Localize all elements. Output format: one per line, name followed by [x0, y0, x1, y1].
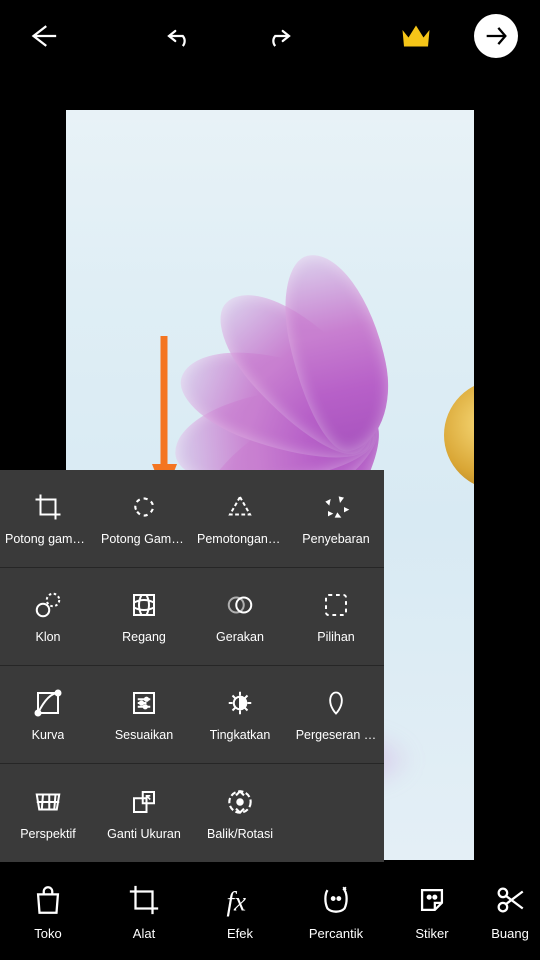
nav-effects[interactable]: fx Efek: [192, 882, 288, 941]
arrow-right-icon: [482, 22, 510, 50]
stretch-icon: [128, 589, 160, 621]
tool-crop[interactable]: Potong gamb…: [0, 470, 96, 567]
tool-shape-crop[interactable]: Pemotongan …: [192, 470, 288, 567]
tool-label: Ganti Ukuran: [107, 827, 181, 841]
crop-icon: [32, 491, 64, 523]
tool-label: Gerakan: [216, 630, 264, 644]
svg-text:fx: fx: [227, 886, 247, 916]
shape-crop-icon: [224, 491, 256, 523]
effects-icon: fx: [222, 882, 258, 918]
adjust-icon: [128, 687, 160, 719]
tool-adjust[interactable]: Sesuaikan: [96, 666, 192, 763]
tool-label: Perspektif: [20, 827, 76, 841]
tool-label: Pergeseran …: [296, 728, 377, 742]
enhance-icon: [224, 687, 256, 719]
nav-label: Stiker: [415, 926, 448, 941]
cutout-icon: [492, 882, 528, 918]
next-button[interactable]: [474, 14, 518, 58]
resize-icon: [128, 786, 160, 818]
nav-label: Alat: [133, 926, 155, 941]
nav-sticker[interactable]: Stiker: [384, 882, 480, 941]
tool-label: Pemotongan …: [197, 532, 283, 546]
tool-label: Regang: [122, 630, 166, 644]
undo-button[interactable]: [159, 16, 199, 56]
bottom-nav: Toko Alat fx Efek Percantik Stiker Buang: [0, 862, 540, 960]
nav-label: Efek: [227, 926, 253, 941]
tilt-shift-icon: [320, 687, 352, 719]
tool-resize[interactable]: Ganti Ukuran: [96, 764, 192, 862]
tools-icon: [126, 882, 162, 918]
tool-disperse[interactable]: Penyebaran: [288, 470, 384, 567]
premium-button[interactable]: [396, 16, 436, 56]
tool-label: Balik/Rotasi: [207, 827, 273, 841]
tool-perspective[interactable]: Perspektif: [0, 764, 96, 862]
tool-label: Sesuaikan: [115, 728, 173, 742]
curve-icon: [32, 687, 64, 719]
shop-icon: [30, 882, 66, 918]
tools-panel: Potong gamb… Potong Gamb… Pemotongan … P…: [0, 470, 384, 862]
tool-clone[interactable]: Klon: [0, 568, 96, 665]
tool-flip-rotate[interactable]: Balik/Rotasi: [192, 764, 288, 862]
tool-label: Penyebaran: [302, 532, 369, 546]
select-icon: [320, 589, 352, 621]
flip-rotate-icon: [224, 786, 256, 818]
free-crop-icon: [128, 491, 160, 523]
redo-button[interactable]: [259, 16, 299, 56]
tool-curve[interactable]: Kurva: [0, 666, 96, 763]
nav-cutout[interactable]: Buang: [480, 882, 540, 941]
nav-label: Buang: [491, 926, 529, 941]
nav-beautify[interactable]: Percantik: [288, 882, 384, 941]
redo-icon: [264, 21, 294, 51]
crown-icon: [398, 18, 434, 54]
tool-motion[interactable]: Gerakan: [192, 568, 288, 665]
tool-label: Pilihan: [317, 630, 355, 644]
tool-label: Tingkatkan: [210, 728, 271, 742]
tool-stretch[interactable]: Regang: [96, 568, 192, 665]
nav-label: Toko: [34, 926, 61, 941]
tool-label: Kurva: [32, 728, 65, 742]
beautify-icon: [318, 882, 354, 918]
clone-icon: [32, 589, 64, 621]
tool-free-crop[interactable]: Potong Gamb…: [96, 470, 192, 567]
perspective-icon: [32, 786, 64, 818]
tool-enhance[interactable]: Tingkatkan: [192, 666, 288, 763]
motion-icon: [224, 589, 256, 621]
tool-label: Klon: [35, 630, 60, 644]
arrow-left-icon: [25, 19, 59, 53]
undo-icon: [164, 21, 194, 51]
nav-label: Percantik: [309, 926, 363, 941]
nav-shop[interactable]: Toko: [0, 882, 96, 941]
nav-tools[interactable]: Alat: [96, 882, 192, 941]
tool-label: Potong Gamb…: [101, 532, 187, 546]
disperse-icon: [320, 491, 352, 523]
tool-tilt-shift[interactable]: Pergeseran …: [288, 666, 384, 763]
tool-select[interactable]: Pilihan: [288, 568, 384, 665]
tool-label: Potong gamb…: [5, 532, 91, 546]
sticker-icon: [414, 882, 450, 918]
back-button[interactable]: [22, 16, 62, 56]
